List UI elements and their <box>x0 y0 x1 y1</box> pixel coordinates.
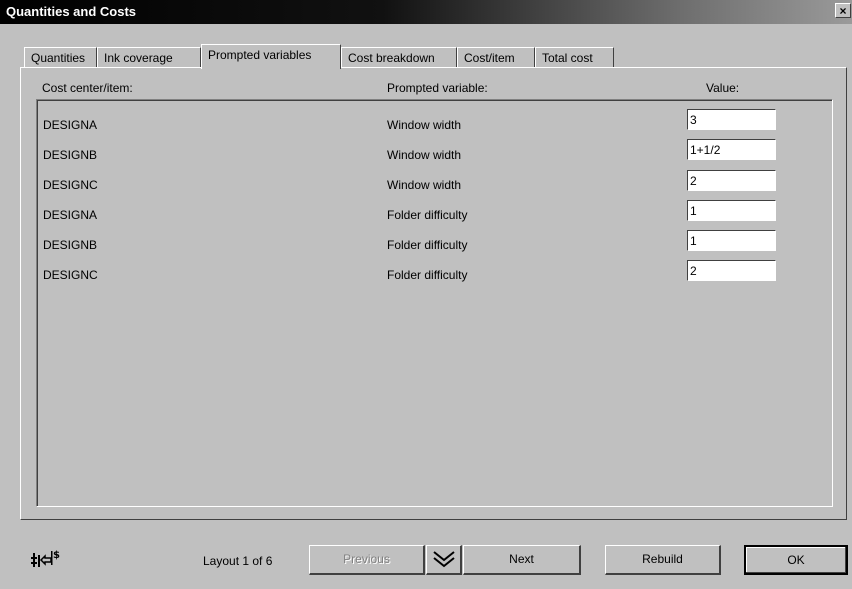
tab-label: Cost/item <box>464 51 515 65</box>
tab-label: Quantities <box>31 51 86 65</box>
ok-button-label: OK <box>787 553 805 567</box>
tab-label: Cost breakdown <box>348 51 435 65</box>
row-item: DESIGNA <box>43 118 98 132</box>
collapse-button[interactable] <box>426 545 462 575</box>
column-header-value: Value: <box>706 81 740 95</box>
tab-cost-breakdown[interactable]: Cost breakdown <box>341 47 457 68</box>
row-variable: Window width <box>387 178 462 192</box>
row-item: DESIGNB <box>43 148 98 162</box>
row-variable: Folder difficulty <box>387 268 468 282</box>
cost-calculator-icon: $ <box>31 550 60 567</box>
value-input[interactable] <box>687 109 776 130</box>
tab-label: Ink coverage <box>104 51 173 65</box>
window-title: Quantities and Costs <box>6 4 137 19</box>
previous-button-label: Previous <box>343 552 390 566</box>
value-input[interactable] <box>687 139 776 160</box>
rebuild-button[interactable]: Rebuild <box>605 545 721 575</box>
next-button-label: Next <box>509 552 534 566</box>
double-chevron-down-icon <box>433 551 455 568</box>
value-input[interactable] <box>687 200 776 221</box>
svg-text:$: $ <box>53 550 60 561</box>
row-item: DESIGNC <box>43 268 98 282</box>
tab-label: Total cost <box>542 51 593 65</box>
column-header-item: Cost center/item: <box>42 81 133 95</box>
next-button[interactable]: Next <box>463 545 581 575</box>
previous-button[interactable]: Previous <box>309 545 425 575</box>
value-input[interactable] <box>687 260 776 281</box>
rebuild-button-label: Rebuild <box>642 552 683 566</box>
row-item: DESIGNC <box>43 178 98 192</box>
title-bar: Quantities and Costs × <box>0 0 852 24</box>
tab-prompted-variables[interactable]: Prompted variables <box>201 44 341 69</box>
ok-button[interactable]: OK <box>744 545 848 575</box>
row-variable: Window width <box>387 148 462 162</box>
tab-ink-coverage[interactable]: Ink coverage <box>97 47 201 68</box>
row-item: DESIGNB <box>43 238 98 252</box>
row-variable: Folder difficulty <box>387 208 468 222</box>
layout-indicator: Layout 1 of 6 <box>203 554 273 568</box>
tab-quantities[interactable]: Quantities <box>24 47 97 68</box>
tab-cost-item[interactable]: Cost/item <box>457 47 535 68</box>
tab-label: Prompted variables <box>208 48 312 62</box>
value-input[interactable] <box>687 170 776 191</box>
row-item: DESIGNA <box>43 208 98 222</box>
tab-total-cost[interactable]: Total cost <box>535 47 614 68</box>
column-header-variable: Prompted variable: <box>387 81 488 95</box>
row-variable: Folder difficulty <box>387 238 468 252</box>
row-variable: Window width <box>387 118 462 132</box>
value-input[interactable] <box>687 230 776 251</box>
close-button[interactable]: × <box>835 3 851 18</box>
cost-calculator-button[interactable]: $ <box>29 544 63 576</box>
close-icon: × <box>839 4 847 18</box>
